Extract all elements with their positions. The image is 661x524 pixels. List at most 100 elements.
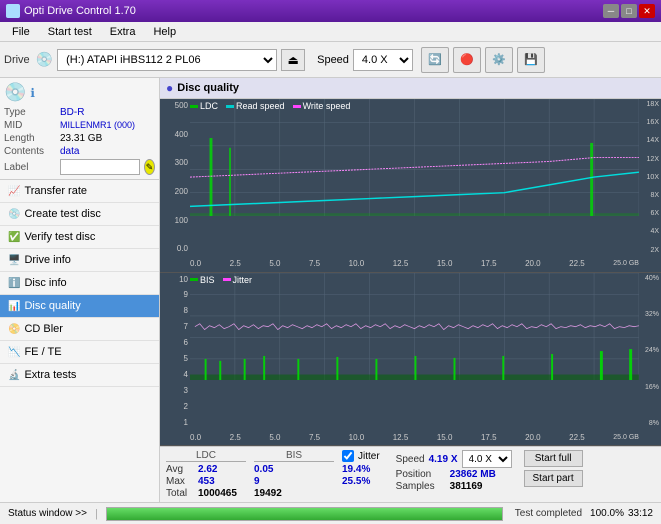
content-area: ● Disc quality LDC Read speed (160, 78, 661, 502)
bis-stats: BIS 0.05 9 19492 (254, 450, 334, 499)
sidebar-item-verify-test-disc[interactable]: ✅ Verify test disc (0, 226, 159, 249)
menu-help[interactable]: Help (145, 24, 184, 40)
chart2-y-axis-left: 10 9 8 7 6 5 4 3 2 1 (160, 273, 190, 430)
chart1-x-axis: 0.0 2.5 5.0 7.5 10.0 12.5 15.0 17.5 20.0… (190, 256, 639, 272)
sidebar-item-cd-bler[interactable]: 📀 CD Bler (0, 318, 159, 341)
start-full-button[interactable]: Start full (524, 450, 583, 467)
jitter-stats: Jitter 19.4% 25.5% (342, 450, 380, 487)
jitter-legend-label: Jitter (233, 275, 253, 285)
chart1-container: LDC Read speed Write speed 500 400 30 (160, 99, 661, 273)
save-button[interactable]: 💾 (517, 47, 545, 73)
drive-icon: 💿 (36, 51, 53, 68)
bis-max: 9 (254, 476, 260, 487)
ldc-total: 1000465 (198, 488, 237, 499)
jitter-legend-color (223, 278, 231, 281)
menu-extra[interactable]: Extra (102, 24, 144, 40)
sidebar-item-create-test-disc[interactable]: 💿 Create test disc (0, 203, 159, 226)
speed-select[interactable]: 4.0 X (353, 49, 413, 71)
sidebar-item-transfer-rate[interactable]: 📈 Transfer rate (0, 180, 159, 203)
readspeed-legend-color (226, 105, 234, 108)
length-val: 23.31 GB (60, 133, 102, 144)
bis-legend-label: BIS (200, 275, 215, 285)
verify-test-icon: ✅ (8, 232, 20, 243)
samples-val: 381169 (450, 481, 483, 492)
total-label: Total (166, 488, 194, 499)
extra-tests-icon: 🔬 (8, 370, 20, 381)
length-key: Length (4, 133, 56, 144)
speed-label: Speed (317, 54, 349, 66)
label-input[interactable] (60, 159, 140, 175)
jitter-header: Jitter (358, 451, 380, 462)
menu-file[interactable]: File (4, 24, 38, 40)
disc-quality-icon: 📊 (8, 301, 20, 312)
speed-val: 4.19 X (429, 454, 458, 465)
start-part-button[interactable]: Start part (524, 470, 583, 487)
content-header: ● Disc quality (160, 78, 661, 99)
main-layout: 💿 ℹ Type BD-R MID MILLENMR1 (000) Length… (0, 78, 661, 502)
menu-start-test[interactable]: Start test (40, 24, 100, 40)
chart1-y-axis-right: 18X 16X 14X 12X 10X 8X 6X 4X 2X (639, 99, 661, 256)
chart1-y-axis-left: 500 400 300 200 100 0.0 (160, 99, 190, 256)
contents-key: Contents (4, 146, 56, 157)
settings-button[interactable]: ⚙️ (485, 47, 513, 73)
chart2-legend: BIS Jitter (190, 275, 252, 285)
disc-info-icon: ℹ️ (8, 278, 20, 289)
jitter-max: 25.5% (342, 476, 370, 487)
speed-select-stats[interactable]: 4.0 X (462, 450, 512, 468)
action-buttons: Start full Start part (524, 450, 583, 487)
sidebar-item-drive-info[interactable]: 🖥️ Drive info (0, 249, 159, 272)
refresh-button[interactable]: 🔄 (421, 47, 449, 73)
maximize-button[interactable]: □ (621, 4, 637, 18)
status-window-button[interactable]: Status window >> (4, 508, 91, 519)
mid-val: MILLENMR1 (000) (60, 120, 135, 131)
chart1-svg (190, 99, 639, 216)
ldc-avg: 2.62 (198, 464, 217, 475)
chart2-y-axis-right: 40% 32% 24% 16% 8% (639, 273, 661, 430)
mid-key: MID (4, 120, 56, 131)
sidebar-item-extra-tests[interactable]: 🔬 Extra tests (0, 364, 159, 387)
disc-panel: 💿 ℹ Type BD-R MID MILLENMR1 (000) Length… (0, 78, 159, 180)
label-key: Label (4, 162, 56, 173)
ldc-stats: LDC Avg 2.62 Max 453 Total 1000465 (166, 450, 246, 499)
burn-button[interactable]: 🔴 (453, 47, 481, 73)
disc-icon: 💿 (4, 82, 26, 103)
status-text: Test completed (515, 508, 582, 519)
jitter-checkbox[interactable] (342, 450, 354, 462)
content-title: Disc quality (177, 82, 239, 94)
sidebar-item-disc-info[interactable]: ℹ️ Disc info (0, 272, 159, 295)
minimize-button[interactable]: ─ (603, 4, 619, 18)
drive-select[interactable]: (H:) ATAPI iHBS112 2 PL06 (57, 49, 277, 71)
menu-bar: File Start test Extra Help (0, 22, 661, 42)
progress-bar-fill (107, 508, 502, 520)
toolbar: Drive 💿 (H:) ATAPI iHBS112 2 PL06 ⏏ Spee… (0, 42, 661, 78)
chart2-x-axis: 0.0 2.5 5.0 7.5 10.0 12.5 15.0 17.5 20.0… (190, 429, 639, 445)
writespeed-legend-label: Write speed (303, 101, 351, 111)
writespeed-legend-color (293, 105, 301, 108)
sidebar: 💿 ℹ Type BD-R MID MILLENMR1 (000) Length… (0, 78, 160, 502)
create-test-icon: 💿 (8, 209, 20, 220)
charts-area: LDC Read speed Write speed 500 400 30 (160, 99, 661, 446)
max-label: Max (166, 476, 194, 487)
cd-bler-icon: 📀 (8, 324, 20, 335)
ldc-max: 453 (198, 476, 215, 487)
ldc-legend-label: LDC (200, 101, 218, 111)
bis-legend-color (190, 278, 198, 281)
eject-button[interactable]: ⏏ (281, 49, 305, 71)
sidebar-item-disc-quality[interactable]: 📊 Disc quality (0, 295, 159, 318)
type-key: Type (4, 107, 56, 118)
title-bar: Opti Drive Control 1.70 ─ □ ✕ (0, 0, 661, 22)
progress-percent: 100.0% (590, 508, 624, 519)
position-label: Position (396, 469, 446, 480)
position-val: 23862 MB (450, 469, 496, 480)
close-button[interactable]: ✕ (639, 4, 655, 18)
status-time: 33:12 (628, 508, 657, 519)
stats-area: LDC Avg 2.62 Max 453 Total 1000465 BIS (160, 446, 661, 502)
fe-te-icon: 📉 (8, 347, 20, 358)
app-title: Opti Drive Control 1.70 (24, 5, 136, 17)
disc-header-icon: ℹ (30, 86, 35, 100)
bis-header: BIS (254, 450, 334, 462)
sidebar-nav: 📈 Transfer rate 💿 Create test disc ✅ Ver… (0, 180, 159, 387)
label-icon[interactable]: ✎ (144, 159, 155, 175)
speed-label: Speed (396, 454, 425, 465)
sidebar-item-fe-te[interactable]: 📉 FE / TE (0, 341, 159, 364)
